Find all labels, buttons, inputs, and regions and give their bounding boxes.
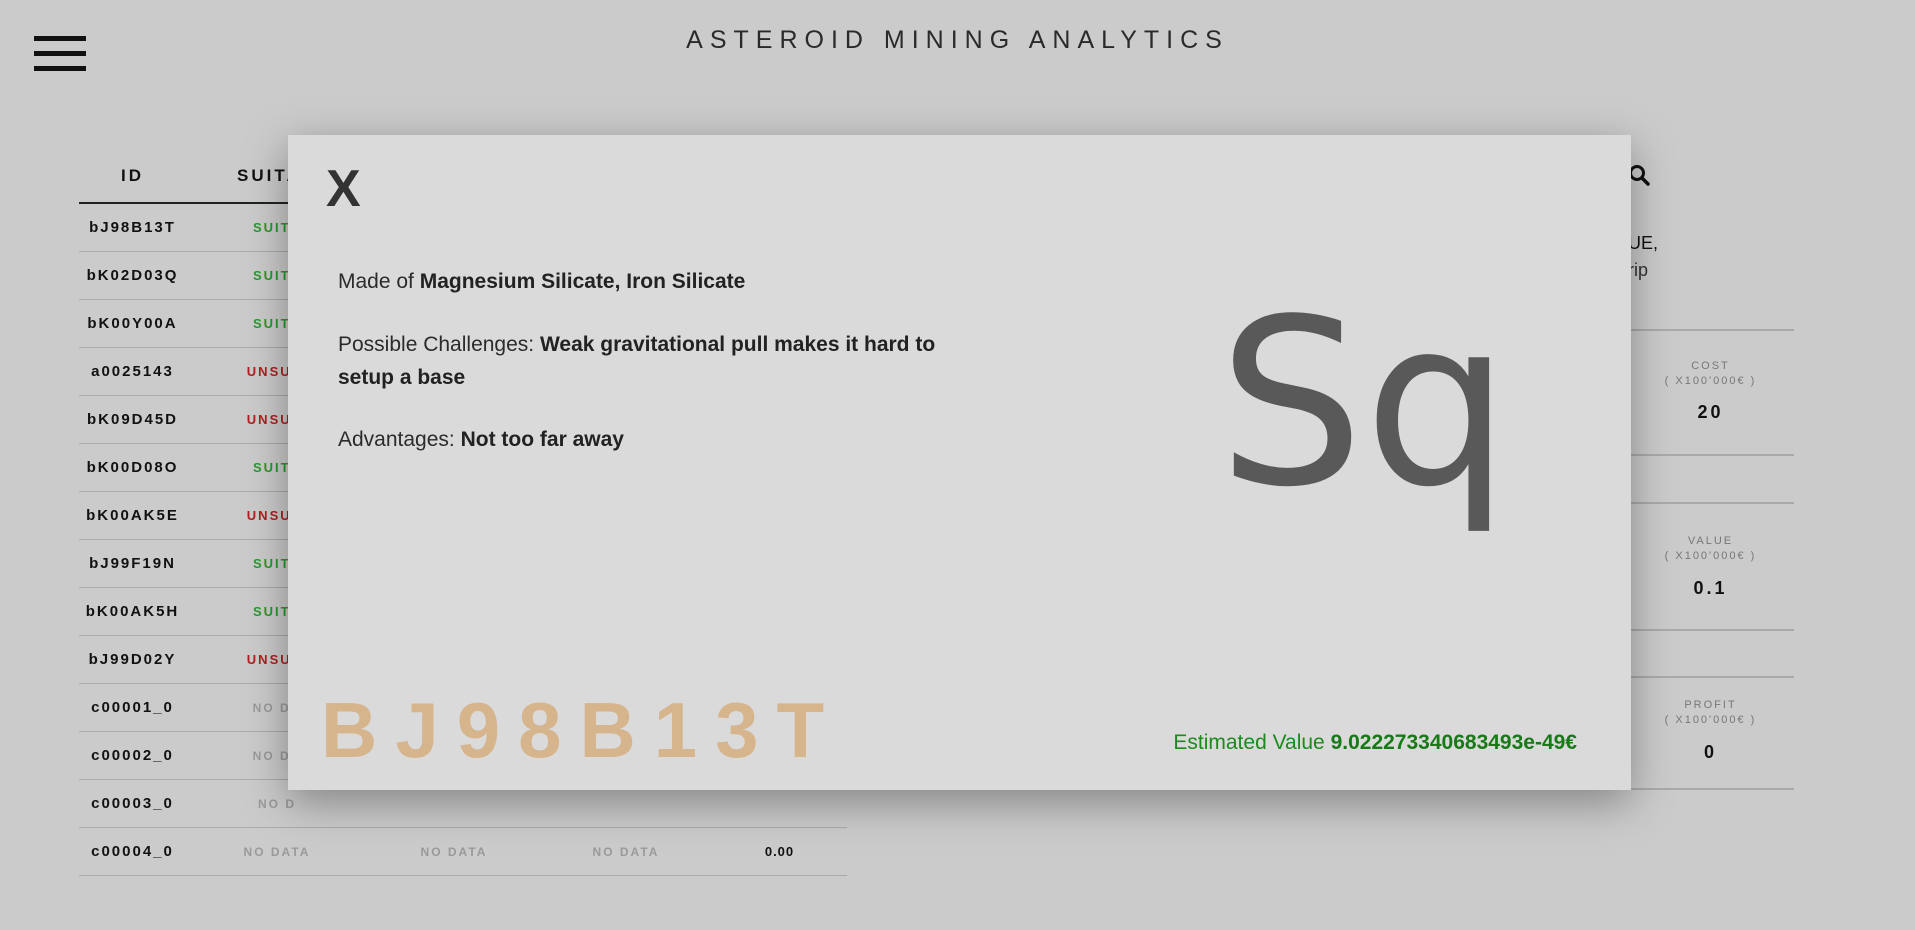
column-header-id[interactable]: ID <box>79 150 186 204</box>
estimated-value: Estimated Value 9.022273340683493e-49€ <box>1173 731 1577 754</box>
row-id: c00003_0 <box>79 779 186 828</box>
table-row[interactable]: c00004_0 NO DATA NO DATA NO DATA 0.00 <box>79 827 847 876</box>
row-id: bJ99D02Y <box>79 635 186 684</box>
row-id: bJ98B13T <box>79 203 186 252</box>
cost-metric: COST ( X100'000€ ) 20 <box>1627 342 1794 456</box>
search-icon[interactable] <box>1628 164 1650 186</box>
row-id: bK00Y00A <box>79 299 186 348</box>
asteroid-id-heading: BJ98B13T <box>321 686 843 774</box>
close-button[interactable]: X <box>326 163 361 215</box>
row-id: bK00AK5H <box>79 587 186 636</box>
row-id: a0025143 <box>79 347 186 396</box>
row-id: bK09D45D <box>79 395 186 444</box>
made-of-text: Made of Magnesium Silicate, Iron Silicat… <box>338 270 746 293</box>
row-cell: NO DATA <box>540 827 712 876</box>
profit-metric: PROFIT ( X100'000€ ) 0 <box>1627 676 1794 790</box>
asteroid-detail-modal: X Made of Magnesium Silicate, Iron Silic… <box>288 135 1631 790</box>
row-status: NO DATA <box>186 827 368 876</box>
asteroid-class-symbol: Sq <box>1218 271 1510 538</box>
app-title: ASTEROID MINING ANALYTICS <box>686 26 1229 54</box>
row-id: bK00AK5E <box>79 491 186 540</box>
row-id: c00002_0 <box>79 731 186 780</box>
row-id: c00004_0 <box>79 827 186 876</box>
row-cell: NO DATA <box>368 827 540 876</box>
advantages-text: Advantages: Not too far away <box>338 428 624 451</box>
row-id: bK02D03Q <box>79 251 186 300</box>
challenges-text: Possible Challenges: Weak gravitational … <box>338 333 936 389</box>
row-value: 0.00 <box>712 827 847 876</box>
row-id: c00001_0 <box>79 683 186 732</box>
row-id: bJ99F19N <box>79 539 186 588</box>
info-text: UE, rip <box>1628 233 1659 280</box>
row-id: bK00D08O <box>79 443 186 492</box>
value-metric: VALUE ( X100'000€ ) 0.1 <box>1627 502 1794 631</box>
divider <box>1627 329 1794 331</box>
